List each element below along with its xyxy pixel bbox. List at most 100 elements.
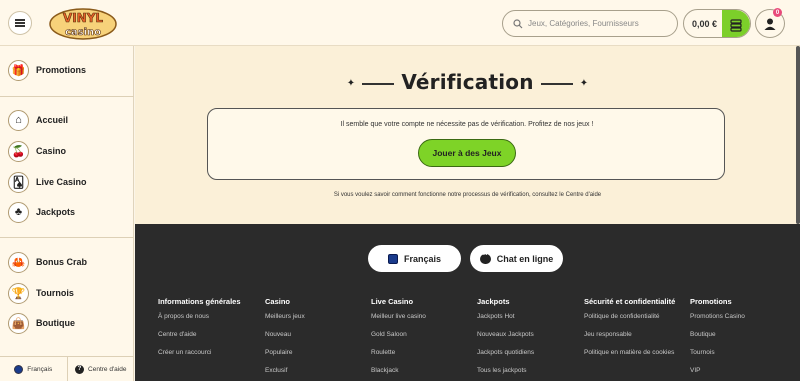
footer-link[interactable]: Jackpots Hot (477, 312, 577, 321)
sidebar-item-label: Live Casino (36, 177, 87, 187)
footer-link[interactable]: Populaire (265, 348, 365, 357)
footer-column-title: Live Casino (371, 297, 414, 306)
site-footer: Français Chat en ligne Informations géné… (135, 224, 800, 381)
coins-icon (730, 18, 742, 32)
footer-link[interactable]: Meilleurs jeux (265, 312, 365, 321)
language-selector-button[interactable]: Français (368, 245, 461, 272)
sidebar-footer: Français ? Centre d'aide (0, 356, 134, 381)
footer-column-title: Casino (265, 297, 291, 306)
deposit-button[interactable] (722, 10, 750, 37)
footer-link[interactable]: Tournois (690, 348, 790, 357)
eu-flag-icon (14, 364, 24, 374)
sidebar-toggle-button[interactable] (8, 11, 32, 35)
sidebar-language-button[interactable]: Français (0, 357, 68, 381)
notification-badge: 0 (773, 8, 782, 17)
clover-icon: ♣ (8, 201, 29, 223)
live-chat-button[interactable]: Chat en ligne (470, 245, 563, 272)
trophy-icon: 🏆 (8, 282, 29, 304)
search-icon (513, 18, 523, 28)
footer-link[interactable]: Blackjack (371, 366, 471, 375)
sparkle-icon: ✦ (346, 78, 356, 89)
top-header: VINYL casino 0,00 € 0 (0, 0, 800, 46)
sidebar-item-label: Casino (36, 146, 67, 156)
footer-link[interactable]: Gold Saloon (371, 330, 471, 339)
sidebar-item-label: Accueil (36, 115, 69, 125)
footer-column-jackpots: Jackpots Jackpots Hot Nouveaux Jackpots … (477, 297, 577, 381)
shop-bag-icon: 👜 (8, 312, 29, 334)
sidebar-item-label: Promotions (36, 65, 87, 75)
sidebar-item-label: Tournois (36, 288, 74, 298)
language-label: Français (403, 253, 442, 264)
footer-link[interactable]: Créer un raccourci (158, 348, 258, 357)
user-account-button[interactable]: 0 (755, 8, 785, 38)
cards-icon: 🂡 (8, 171, 29, 193)
help-icon: ? (75, 364, 85, 374)
footer-column-title: Sécurité et confidentialité (584, 297, 676, 306)
footer-column-live-casino: Live Casino Meilleur live casino Gold Sa… (371, 297, 471, 381)
footer-column-title: Informations générales (158, 297, 241, 306)
footer-link[interactable]: Roulette (371, 348, 471, 357)
footer-link[interactable]: Politique de confidentialité (584, 312, 684, 321)
sidebar-item-boutique[interactable]: 👜 Boutique (8, 311, 75, 335)
chat-label: Chat en ligne (496, 253, 554, 264)
footer-link[interactable]: Jackpots quotidiens (477, 348, 577, 357)
sidebar-item-accueil[interactable]: ⌂ Accueil (8, 108, 68, 132)
footer-link[interactable]: Jeu responsable (584, 330, 684, 339)
footer-column-promotions: Promotions Promotions Casino Boutique To… (690, 297, 790, 381)
sparkle-icon: ✦ (579, 78, 589, 89)
sidebar-help-label: Centre d'aide (88, 365, 127, 373)
vinyl-casino-logo[interactable]: VINYL casino (48, 6, 118, 42)
page-scrollbar[interactable] (796, 46, 800, 224)
sidebar-item-bonus-crab[interactable]: 🦀 Bonus Crab (8, 250, 87, 274)
footer-link[interactable]: Boutique (690, 330, 790, 339)
footer-column-title: Promotions (690, 297, 732, 306)
sidebar-item-casino[interactable]: 🍒 Casino (8, 139, 66, 163)
footer-column-security: Sécurité et confidentialité Politique de… (584, 297, 684, 366)
logo-text-top: VINYL (63, 11, 103, 25)
balance-widget[interactable]: 0,00 € (683, 9, 751, 38)
balance-amount: 0,00 € (692, 18, 718, 29)
sidebar-divider (0, 96, 134, 97)
cherries-icon: 🍒 (8, 140, 29, 162)
menu-icon (15, 18, 25, 29)
sidebar-item-jackpots[interactable]: ♣ Jackpots (8, 200, 75, 224)
search-input[interactable] (528, 19, 668, 28)
sidebar: 🎁 Promotions ⌂ Accueil 🍒 Casino 🂡 Live C… (0, 46, 134, 381)
footer-column-title: Jackpots (477, 297, 510, 306)
footer-column-casino: Casino Meilleurs jeux Nouveau Populaire … (265, 297, 365, 381)
sidebar-item-label: Boutique (36, 318, 75, 328)
sidebar-item-live-casino[interactable]: 🂡 Live Casino (8, 170, 87, 194)
footer-link[interactable]: VIP (690, 366, 790, 375)
home-icon: ⌂ (8, 109, 29, 131)
footer-link[interactable]: Nouveau (265, 330, 365, 339)
eu-flag-icon (387, 253, 398, 264)
sidebar-language-label: Français (27, 365, 53, 373)
crab-claw-icon: 🦀 (8, 251, 29, 273)
verification-card: Il semble que votre compte ne nécessite … (207, 108, 725, 180)
footer-link[interactable]: Promotions Casino (690, 312, 790, 321)
sidebar-divider (0, 237, 134, 238)
footer-link[interactable]: Centre d'aide (158, 330, 258, 339)
footer-link[interactable]: Nouveaux Jackpots (477, 330, 577, 339)
sidebar-item-label: Bonus Crab (36, 257, 88, 267)
footer-link[interactable]: À propos de nous (158, 312, 258, 321)
logo-text-bottom: casino (65, 27, 101, 38)
page-title: ✦ Vérification ✦ (346, 70, 589, 94)
footer-link[interactable]: Politique en matière de cookies (584, 348, 684, 357)
footer-column-info: Informations générales À propos de nous … (158, 297, 258, 366)
play-games-button[interactable]: Jouer à des Jeux (418, 139, 516, 167)
footer-link[interactable]: Exclusif (265, 366, 365, 375)
verification-section: ✦ Vérification ✦ Il semble que votre compt… (135, 46, 800, 224)
search-box[interactable] (502, 10, 678, 37)
sidebar-item-label: Jackpots (36, 207, 76, 217)
user-icon (764, 18, 776, 30)
footer-link[interactable]: Meilleur live casino (371, 312, 471, 321)
verification-message: Il semble que votre compte ne nécessite … (340, 121, 594, 128)
sidebar-item-promotions[interactable]: 🎁 Promotions (8, 58, 86, 82)
footer-link[interactable]: Tous les jackpots (477, 366, 577, 375)
gift-icon: 🎁 (8, 59, 29, 81)
sidebar-item-tournois[interactable]: 🏆 Tournois (8, 281, 74, 305)
chat-bubble-icon (479, 250, 491, 264)
sidebar-help-button[interactable]: ? Centre d'aide (68, 357, 135, 381)
verification-help-link[interactable]: Si vous voulez savoir comment fonctionne… (135, 192, 800, 198)
